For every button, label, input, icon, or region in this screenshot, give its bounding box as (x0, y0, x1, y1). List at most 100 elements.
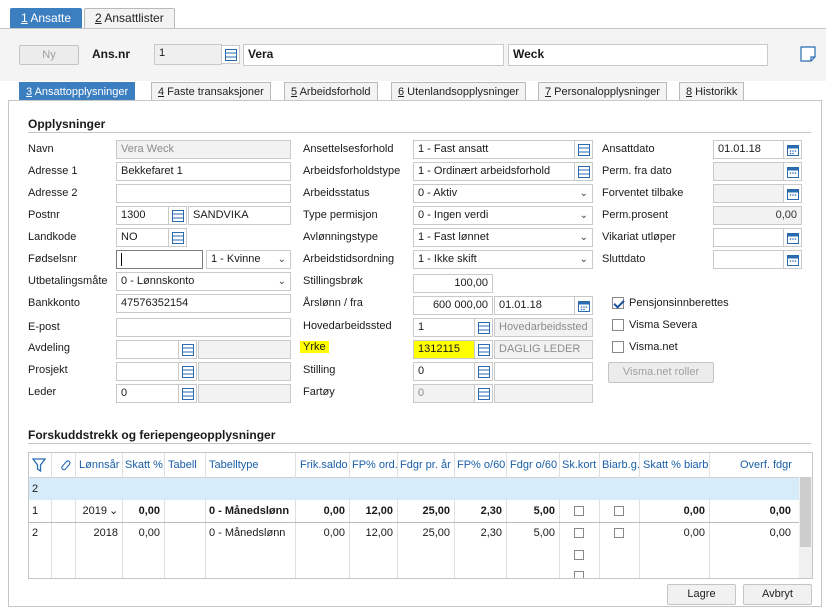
column-header-biarb[interactable]: Biarb.g. (602, 453, 640, 477)
column-header-lonnsar[interactable]: Lønnsår (79, 453, 119, 477)
tab-historikk[interactable]: 8 Historikk (679, 82, 745, 101)
column-header-fdgr-o60[interactable]: Fdgr o/60 (510, 453, 557, 477)
avlonningstype-select[interactable]: 1 - Fast lønnet ⌄ (413, 228, 593, 247)
tab-arbeidsforhold[interactable]: 5 Arbeidsforhold (284, 82, 378, 101)
table-row[interactable] (29, 566, 799, 578)
save-button[interactable]: Lagre (667, 584, 736, 605)
adresse2-input[interactable] (116, 184, 291, 203)
forskudd-title: Forskuddstrekk og feriepengeopplysninger (28, 428, 276, 442)
table-row[interactable]: 2 2018 0,00 0 - Månedslønn 0,00 12,00 25… (29, 522, 799, 544)
navn-label: Navn (28, 143, 54, 155)
leder-lookup-icon[interactable] (178, 384, 197, 403)
column-header-overf-fdgr[interactable]: Overf. fdgr (740, 453, 792, 477)
landkode-lookup-icon[interactable] (168, 228, 187, 247)
ansettelsesforhold-lookup-icon[interactable] (574, 140, 593, 159)
bankkonto-label: Bankkonto (28, 297, 80, 309)
fodselsnr-label: Fødselsnr (28, 253, 77, 265)
column-header-fdgr-ar[interactable]: Fdgr pr. år (400, 453, 451, 477)
stillingsbrok-input[interactable]: 100,00 (413, 274, 493, 293)
stilling-input[interactable]: 0 (413, 362, 475, 381)
yrke-lookup-icon[interactable] (474, 340, 493, 359)
calendar-icon[interactable] (783, 184, 802, 203)
prosjekt-lookup-icon[interactable] (178, 362, 197, 381)
ansnr-lookup-icon[interactable] (221, 45, 240, 64)
cancel-button[interactable]: Avbryt (743, 584, 812, 605)
postnr-input[interactable]: 1300 (116, 206, 169, 225)
hovedarbeidssted-lookup-icon[interactable] (474, 318, 493, 337)
fodselsnr-input[interactable] (116, 250, 203, 269)
column-header-tabelltype[interactable]: Tabelltype (209, 453, 259, 477)
calendar-icon[interactable] (783, 140, 802, 159)
roller-button[interactable]: Visma.net roller (608, 362, 714, 383)
arbeidsforholdstype-input[interactable]: 1 - Ordinært arbeidsforhold (413, 162, 575, 181)
column-header-skatt-biarb[interactable]: Skatt % biarb (643, 453, 708, 477)
prosjekt-input[interactable] (116, 362, 179, 381)
landkode-input[interactable]: NO (116, 228, 169, 247)
chevron-down-icon[interactable]: ⌄ (109, 500, 118, 522)
arbeidsforholdstype-lookup-icon[interactable] (574, 162, 593, 181)
arbeidsforholdstype-label: Arbeidsforholdstype (303, 165, 401, 177)
ansattdato-input[interactable]: 01.01.18 (713, 140, 784, 159)
column-header-friksaldo[interactable]: Frik.saldo (300, 453, 348, 477)
typepermisjon-select[interactable]: 0 - Ingen verdi ⌄ (413, 206, 593, 225)
calendar-icon[interactable] (574, 296, 593, 315)
first-name-input[interactable]: Vera (243, 44, 504, 66)
filter-icon[interactable] (31, 458, 47, 475)
avdeling-lookup-icon[interactable] (178, 340, 197, 359)
calendar-icon[interactable] (783, 228, 802, 247)
pensjon-checkbox[interactable] (612, 297, 624, 309)
epost-input[interactable] (116, 318, 291, 337)
skkort-checkbox[interactable] (574, 571, 584, 578)
tab-ansatte[interactable]: 1 Ansatte (10, 8, 83, 28)
ansettelsesforhold-input[interactable]: 1 - Fast ansatt (413, 140, 575, 159)
arbeidsstatus-select[interactable]: 0 - Aktiv ⌄ (413, 184, 593, 203)
scrollbar-thumb[interactable] (800, 477, 811, 547)
vikariat-input[interactable] (713, 228, 784, 247)
skkort-checkbox[interactable] (574, 506, 584, 516)
biarb-checkbox[interactable] (614, 506, 624, 516)
ansnr-input[interactable]: 1 (154, 44, 222, 65)
vismanet-checkbox[interactable] (612, 341, 624, 353)
vertical-scrollbar[interactable] (799, 477, 812, 578)
stilling-lookup-icon[interactable] (474, 362, 493, 381)
hovedarbeidssted-input[interactable]: 1 (413, 318, 475, 337)
avdeling-input[interactable] (116, 340, 179, 359)
avdeling-name-field (198, 340, 291, 359)
arbeidstidsordning-select[interactable]: 1 - Ikke skift ⌄ (413, 250, 593, 269)
arslonn-input[interactable]: 600 000,00 (413, 296, 493, 315)
severa-checkbox[interactable] (612, 319, 624, 331)
arslonn-date-input[interactable]: 01.01.18 (494, 296, 575, 315)
fartoy-lookup-icon[interactable] (474, 384, 493, 403)
column-header-fp-o60[interactable]: FP% o/60 (457, 453, 505, 477)
calendar-icon[interactable] (783, 250, 802, 269)
bankkonto-input[interactable]: 47576352154 (116, 294, 291, 313)
column-header-skatt[interactable]: Skatt % (125, 453, 163, 477)
skkort-checkbox[interactable] (574, 550, 584, 560)
kjonn-select[interactable]: 1 - Kvinne ⌄ (206, 250, 291, 269)
attachment-icon[interactable] (59, 458, 71, 475)
tab-personalopplysninger[interactable]: 7 Personalopplysninger (538, 82, 667, 101)
column-header-tabell[interactable]: Tabell (168, 453, 197, 477)
utbetaling-select[interactable]: 0 - Lønnskonto ⌄ (116, 272, 291, 291)
adresse1-input[interactable]: Bekkefaret 1 (116, 162, 291, 181)
new-button[interactable]: Ny (19, 45, 79, 65)
tab-faste-transaksjoner[interactable]: 4 Faste transaksjoner (151, 82, 271, 101)
column-header-fp-ord[interactable]: FP% ord. (352, 453, 398, 477)
table-row[interactable]: 1 2019 ⌄ 0,00 0 - Månedslønn 0,00 12,00 … (29, 500, 799, 523)
leder-input[interactable]: 0 (116, 384, 179, 403)
tab-utenlandsopplysninger[interactable]: 6 Utenlandsopplysninger (391, 82, 527, 101)
ansattdato-label: Ansattdato (602, 143, 655, 155)
column-header-skkort[interactable]: Sk.kort (562, 453, 596, 477)
table-row[interactable] (29, 544, 799, 566)
tab-ansattopplysninger[interactable]: 3 Ansattopplysninger (19, 82, 136, 101)
last-name-input[interactable]: Weck (508, 44, 768, 66)
filter-row[interactable]: 2 (29, 478, 799, 500)
note-icon[interactable] (800, 46, 816, 65)
biarb-checkbox[interactable] (614, 528, 624, 538)
skkort-checkbox[interactable] (574, 528, 584, 538)
sluttdato-input[interactable] (713, 250, 784, 269)
yrke-input[interactable]: 1312115 (413, 340, 475, 359)
tab-ansattlister[interactable]: 2 Ansattlister (84, 8, 175, 28)
postnr-lookup-icon[interactable] (168, 206, 187, 225)
calendar-icon[interactable] (783, 162, 802, 181)
